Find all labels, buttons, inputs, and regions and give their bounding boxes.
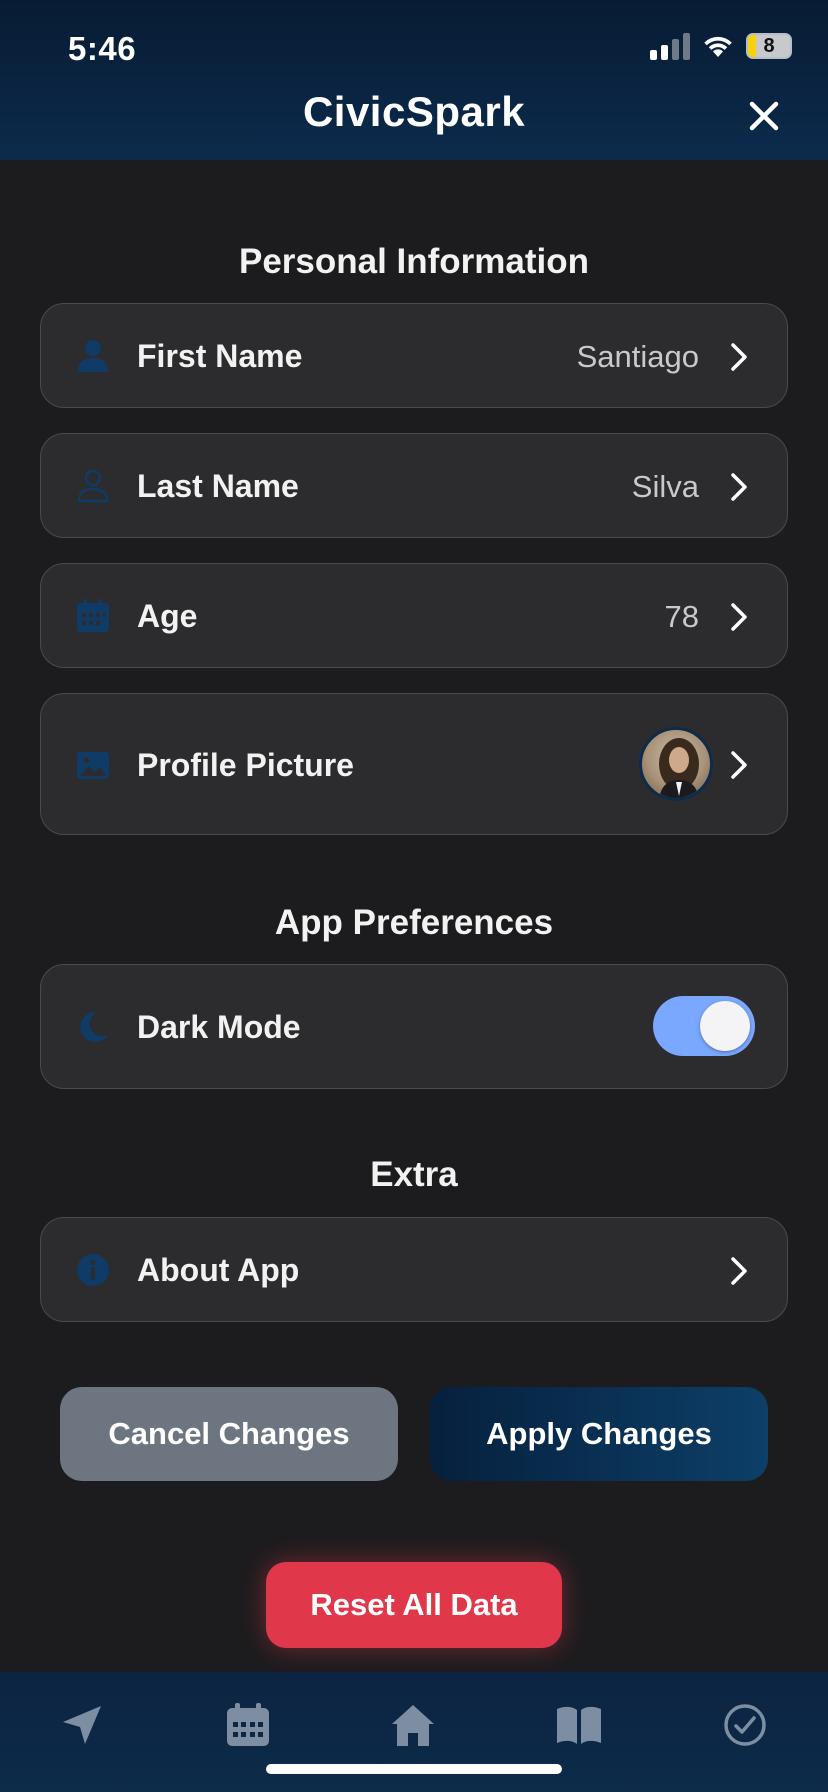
home-indicator <box>266 1764 562 1774</box>
close-icon[interactable] <box>744 96 784 136</box>
section-title-extra: Extra <box>370 1155 458 1194</box>
person-icon <box>78 340 108 372</box>
age-label: Age <box>137 598 198 634</box>
status-icons: 8 <box>650 32 792 60</box>
dark-mode-label: Dark Mode <box>137 1009 301 1045</box>
dark-mode-toggle[interactable] <box>653 996 755 1056</box>
row-profile-picture[interactable]: Profile Picture <box>40 693 788 835</box>
cellular-signal-icon <box>650 32 690 60</box>
home-icon[interactable] <box>388 1700 438 1750</box>
person-outline-icon <box>77 469 109 503</box>
app-title: CivicSpark <box>302 88 526 135</box>
chevron-right-icon <box>731 1257 747 1285</box>
row-dark-mode: Dark Mode <box>40 964 788 1089</box>
apply-changes-button[interactable]: Apply Changes <box>430 1387 768 1481</box>
reset-all-data-button[interactable]: Reset All Data <box>266 1562 562 1648</box>
chevron-right-icon <box>731 603 747 631</box>
checkmark-circle-icon[interactable] <box>720 1700 770 1750</box>
navigation-arrow-icon[interactable] <box>57 1700 107 1750</box>
calendar-icon <box>77 599 109 632</box>
toggle-knob <box>700 1001 750 1051</box>
age-value: 78 <box>664 599 699 634</box>
about-app-label: About App <box>137 1252 300 1288</box>
last-name-value: Silva <box>631 469 699 504</box>
cancel-changes-button[interactable]: Cancel Changes <box>60 1387 398 1481</box>
calendar-icon[interactable] <box>223 1700 273 1750</box>
first-name-value: Santiago <box>576 339 699 374</box>
moon-icon <box>80 1011 108 1042</box>
first-name-label: First Name <box>137 338 303 374</box>
row-first-name[interactable]: First Name Santiago <box>40 303 788 408</box>
last-name-label: Last Name <box>137 468 299 504</box>
info-icon <box>77 1254 109 1286</box>
book-icon[interactable] <box>554 1700 604 1750</box>
status-time: 5:46 <box>68 30 137 67</box>
battery-level: 8 <box>763 34 775 57</box>
section-title-preferences: App Preferences <box>274 903 554 942</box>
battery-icon: 8 <box>746 33 792 59</box>
wifi-icon <box>704 36 732 57</box>
row-last-name[interactable]: Last Name Silva <box>40 433 788 538</box>
avatar <box>639 727 713 801</box>
chevron-right-icon <box>731 751 747 779</box>
bottom-tab-bar <box>0 1672 828 1792</box>
profile-picture-label: Profile Picture <box>137 747 354 783</box>
top-header: 5:46 8 CivicSpark <box>0 0 828 160</box>
chevron-right-icon <box>731 343 747 371</box>
row-about-app[interactable]: About App <box>40 1217 788 1322</box>
image-icon <box>77 752 109 779</box>
section-title-personal: Personal Information <box>238 242 590 281</box>
chevron-right-icon <box>731 473 747 501</box>
row-age[interactable]: Age 78 <box>40 563 788 668</box>
